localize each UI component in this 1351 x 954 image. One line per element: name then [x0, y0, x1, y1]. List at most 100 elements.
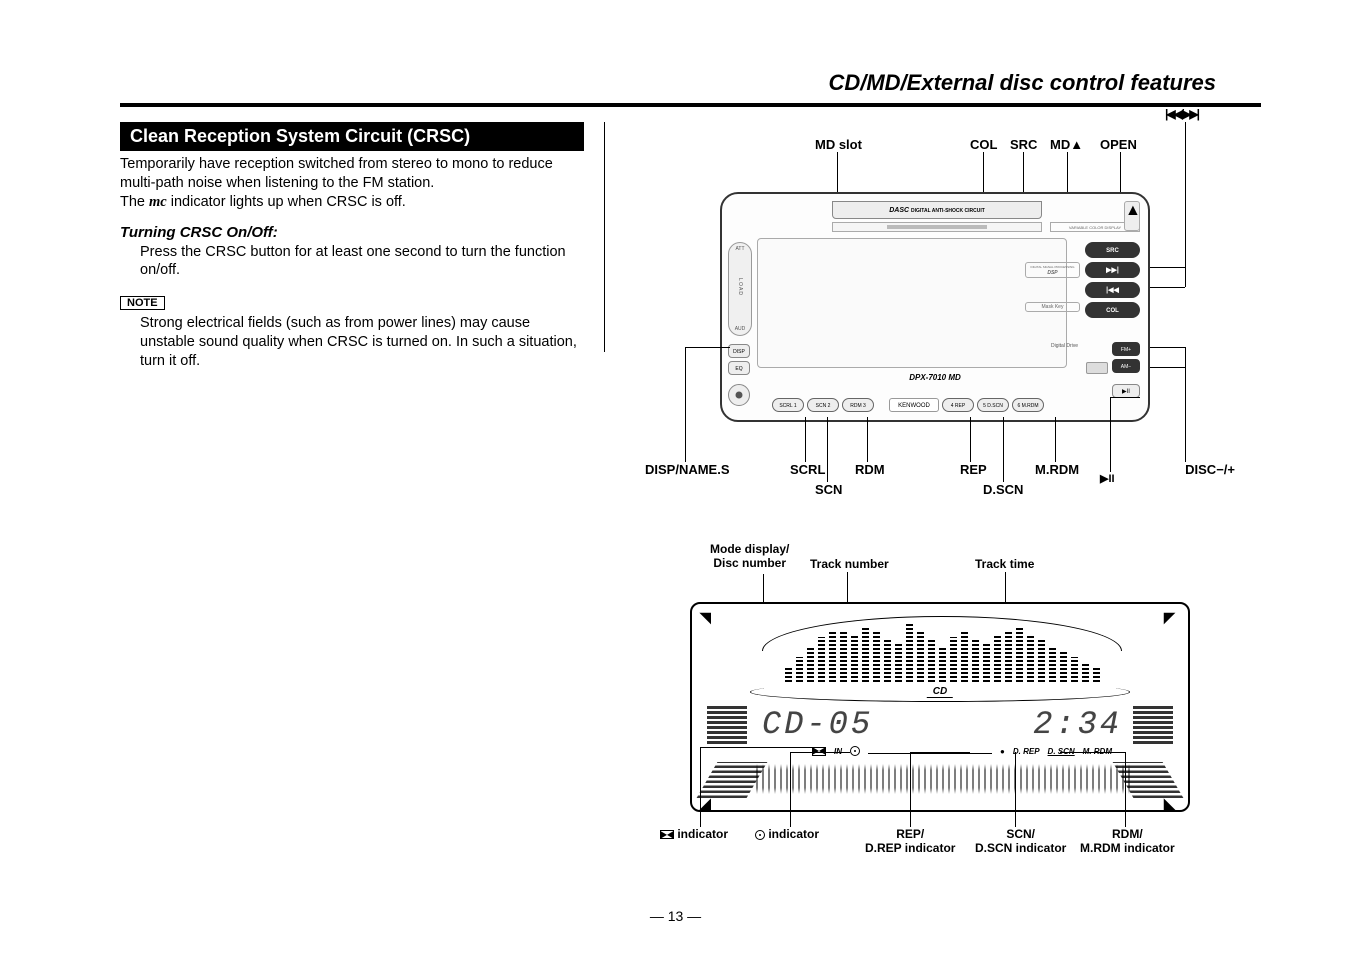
callout-track-time: Track time: [975, 557, 1034, 571]
callout-md-eject: MD▲: [1050, 137, 1083, 152]
callout-rep: REP: [960, 462, 987, 477]
line-rdm: [867, 417, 868, 462]
head-unit: DASC DIGITAL ANTI-SHOCK CIRCUIT VARIABLE…: [720, 192, 1150, 422]
lcd-corner-tr: ◤: [1164, 609, 1180, 619]
lcd-line-rep: [910, 752, 911, 827]
cd-indicator-label: CD: [927, 686, 953, 698]
num-btn-3: RDM 3: [842, 398, 874, 412]
eq-button: EQ: [728, 361, 750, 375]
crsc-instruction: Press the CRSC button for at least one s…: [140, 243, 584, 281]
kenwood-badge: KENWOOD: [889, 398, 939, 412]
main-display: CD-05 2:34: [762, 704, 1122, 744]
disc-number-display: CD-05: [762, 706, 873, 743]
dasc-sublabel: DIGITAL ANTI-SHOCK CIRCUIT: [911, 208, 985, 214]
dial-aud: AUD: [735, 326, 746, 332]
dolby-indicator-text: indicator: [677, 827, 728, 841]
system-icon: [1086, 362, 1108, 374]
page-title: CD/MD/External disc control features: [828, 70, 1216, 96]
line-track-h1: [1150, 267, 1185, 268]
lcd-panel: ◥ ◤ ◢ ◣: [690, 602, 1190, 812]
left-dial: ATT L O A D AUD: [728, 242, 752, 336]
line-scn: [827, 417, 828, 482]
open-button-graphic: ▲: [1124, 201, 1140, 231]
callout-scn-indicator: SCN/ D.SCN indicator: [975, 827, 1066, 856]
line-playpause-h: [1110, 397, 1140, 398]
section-header-crsc: Clean Reception System Circuit (CRSC): [120, 122, 584, 151]
drep-indicator: D. REP: [1013, 747, 1040, 756]
line-disp-h: [685, 347, 730, 348]
callout-rdm-indicator: RDM/ M.RDM indicator: [1080, 827, 1175, 856]
callout-col: COL: [970, 137, 997, 152]
disc-indicator-text: indicator: [768, 827, 819, 841]
crsc-description: Temporarily have reception switched from…: [120, 155, 584, 212]
next-button: ▶▶|: [1085, 262, 1140, 278]
callout-disc: DISC−/+: [1185, 462, 1235, 477]
dasc-label: DASC: [889, 207, 909, 214]
line-mrdm: [1055, 417, 1056, 462]
lcd-line-dolby: [700, 747, 701, 827]
callout-dolby-indicator: indicator: [660, 827, 728, 841]
play-pause-button: ▶II: [1112, 384, 1140, 398]
callout-disp-names: DISP/NAME.S: [645, 462, 730, 477]
lcd-diagram: Mode display/ Disc number Track number T…: [655, 542, 1215, 882]
callout-rep-indicator: REP/ D.REP indicator: [865, 827, 955, 856]
dolby-icon-label: [660, 830, 674, 839]
line-track-v2: [1185, 267, 1186, 287]
num-btn-6: 6 M.RDM: [1012, 398, 1044, 412]
line-scrl: [805, 417, 806, 462]
in-indicator: IN: [834, 747, 842, 756]
disp-button: DISP: [728, 344, 750, 358]
num-btn-2: SCN 2: [807, 398, 839, 412]
line-rep: [970, 417, 971, 462]
eq-right: [1133, 704, 1173, 744]
prev-button: |◀◀: [1085, 282, 1140, 298]
col-button: COL: [1085, 302, 1140, 318]
num-btn-4: 4 REP: [942, 398, 974, 412]
callout-open: OPEN: [1100, 137, 1137, 152]
line-disc-h2: [1150, 367, 1185, 368]
callout-playpause: ▶II: [1100, 472, 1115, 485]
crsc-body-line2-prefix: The: [120, 194, 149, 210]
md-slot-graphic: [832, 222, 1042, 232]
fm-button: FM+: [1112, 342, 1140, 356]
eq-left: [707, 704, 747, 744]
disc-in-icon: [850, 746, 860, 756]
crsc-body-line1: Temporarily have reception switched from…: [120, 156, 553, 191]
callout-md-slot: MD slot: [815, 137, 862, 152]
callout-dscn: D.SCN: [983, 482, 1023, 497]
digital-drive-label: Digital Drive: [1051, 344, 1078, 349]
callout-track-number: Track number: [810, 557, 889, 571]
crsc-subhead: Turning CRSC On/Off:: [120, 224, 584, 241]
mc-icon: mc: [149, 194, 167, 210]
lcd-line-rdm: [1125, 752, 1126, 827]
callout-mrdm: M.RDM: [1035, 462, 1079, 477]
indicator-row: IN ● D. REP D. SCN M. RDM: [812, 746, 1112, 756]
line-track: [1185, 122, 1186, 267]
line-disc-v2: [1185, 347, 1186, 367]
callout-track-skip: |◀◀/▶▶|: [1165, 107, 1198, 121]
crsc-body-line2-suffix: indicator lights up when CRSC is off.: [167, 194, 406, 210]
line-track-h2: [1150, 287, 1185, 288]
callout-src: SRC: [1010, 137, 1037, 152]
lcd-line-rdm-h: [1060, 752, 1125, 753]
callout-mode-disc: Mode display/ Disc number: [710, 542, 789, 571]
volume-knob: [728, 384, 750, 406]
line-disp: [685, 347, 686, 462]
line-playpause: [1110, 397, 1111, 472]
lcd-line-discin-h: [790, 752, 850, 753]
spectrum-bars: [752, 622, 1132, 682]
model-label: DPX-7010 MD: [909, 373, 961, 382]
page-number: — 13 —: [650, 908, 701, 924]
disc-icon-label: [755, 830, 765, 840]
note-label-box: NOTE: [120, 296, 165, 310]
num-btn-5: 5 D.SCN: [977, 398, 1009, 412]
line-dscn: [1003, 417, 1004, 482]
lcd-line-discin: [790, 752, 791, 827]
screen-area: [757, 238, 1067, 368]
callout-rdm: RDM: [855, 462, 885, 477]
callout-disc-indicator: indicator: [755, 827, 819, 841]
num-btn-1: SCRL 1: [772, 398, 804, 412]
line-disc-h1: [1150, 347, 1185, 348]
title-divider: [120, 103, 1261, 107]
device-diagram: MD slot COL SRC MD▲ OPEN |◀◀/▶▶| DISC−: [655, 122, 1215, 512]
